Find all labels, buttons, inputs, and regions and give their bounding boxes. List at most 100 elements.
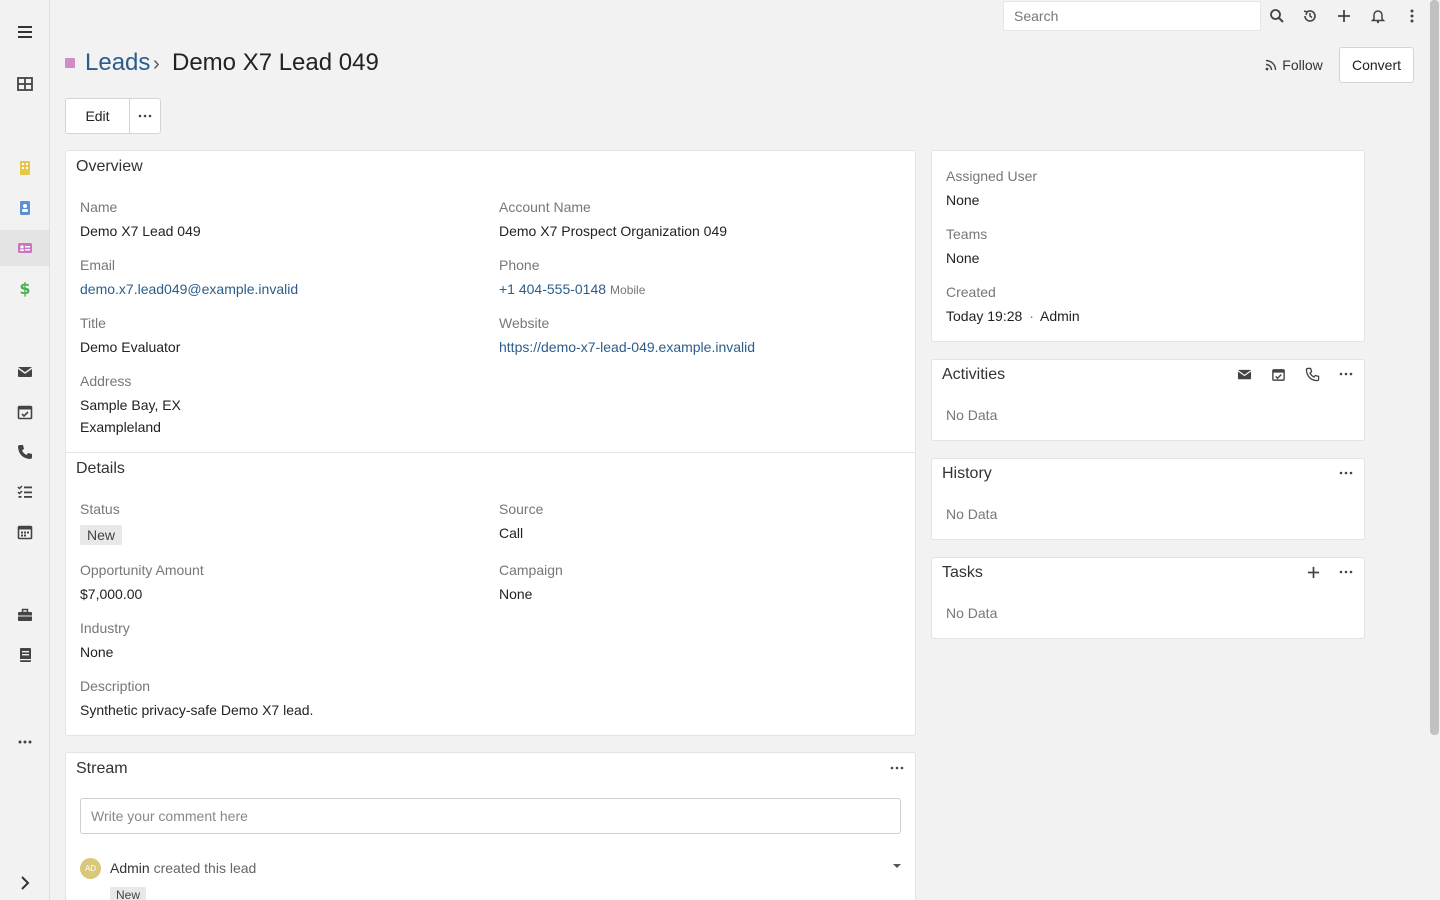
- notifications-bell-icon[interactable]: [1366, 4, 1390, 28]
- knowledge-book-icon[interactable]: [0, 637, 49, 673]
- teams-label: Teams: [946, 226, 988, 242]
- email-icon[interactable]: [0, 354, 49, 390]
- convert-button[interactable]: Convert: [1339, 47, 1414, 83]
- description-value: Synthetic privacy-safe Demo X7 lead.: [80, 702, 314, 718]
- calls-phone-icon[interactable]: [0, 434, 49, 470]
- name-value: Demo X7 Lead 049: [80, 223, 201, 239]
- tasks-panel: [931, 557, 1365, 639]
- breadcrumb-separator: ›: [153, 53, 160, 75]
- follow-label: Follow: [1282, 57, 1323, 73]
- opportunity-amount-label: Opportunity Amount: [80, 562, 204, 578]
- edit-button-group: Edit: [65, 98, 161, 134]
- source-label: Source: [499, 501, 544, 517]
- account-name-value: Demo X7 Prospect Organization 049: [499, 223, 728, 239]
- leads-scope-square-icon: [65, 58, 75, 68]
- history-panel: [931, 458, 1365, 540]
- phone-label: Phone: [499, 257, 540, 273]
- industry-label: Industry: [80, 620, 130, 636]
- status-label: Status: [80, 501, 120, 517]
- quick-create-plus-icon[interactable]: [1332, 4, 1356, 28]
- stream-entry-action: created this lead: [153, 860, 257, 876]
- email-link[interactable]: demo.x7.lead049@example.invalid: [80, 281, 298, 297]
- sidebar: $: [0, 0, 50, 900]
- assigned-user-label: Assigned User: [946, 168, 1038, 184]
- activities-menu-ellipsis-icon[interactable]: [1335, 363, 1357, 385]
- leads-icon[interactable]: [0, 230, 49, 266]
- history-empty-text: No Data: [946, 506, 998, 522]
- created-separator: ·: [1029, 308, 1034, 324]
- email-label: Email: [80, 257, 116, 273]
- stream-entry-status-badge: New: [110, 887, 147, 900]
- stream-comment-input[interactable]: [80, 798, 901, 834]
- search-icon[interactable]: [1265, 4, 1289, 28]
- log-call-phone-icon[interactable]: [1301, 363, 1323, 385]
- campaign-label: Campaign: [499, 562, 563, 578]
- stream-entry-text: Admin created this lead: [110, 860, 256, 876]
- svg-text:$: $: [19, 279, 30, 297]
- phone-field: +1 404-555-0148 Mobile: [499, 281, 645, 297]
- section-divider: [66, 452, 915, 453]
- address-label: Address: [80, 373, 132, 389]
- cases-briefcase-icon[interactable]: [0, 597, 49, 633]
- created-label: Created: [946, 284, 996, 300]
- created-field: Today 19:28 · Admin: [946, 308, 1080, 324]
- account-name-label: Account Name: [499, 199, 591, 215]
- history-menu-ellipsis-icon[interactable]: [1335, 462, 1357, 484]
- stream-menu-ellipsis-icon[interactable]: [886, 757, 908, 779]
- stream-title: Stream: [76, 760, 128, 777]
- menu-toggle-icon[interactable]: [0, 14, 49, 50]
- address-line1: Sample Bay, EX: [80, 397, 181, 413]
- breadcrumb-leads-link[interactable]: Leads: [85, 49, 150, 77]
- compose-email-icon[interactable]: [1233, 363, 1255, 385]
- address-line2: Exampleland: [80, 419, 161, 435]
- meetings-calendar-icon[interactable]: [0, 394, 49, 430]
- history-icon[interactable]: [1298, 4, 1322, 28]
- website-link[interactable]: https://demo-x7-lead-049.example.invalid: [499, 339, 755, 355]
- edit-button[interactable]: Edit: [66, 99, 130, 133]
- stream-entry-user-link[interactable]: Admin: [110, 860, 150, 876]
- avatar: AD: [80, 858, 101, 879]
- name-label: Name: [80, 199, 118, 215]
- schedule-meeting-icon[interactable]: [1267, 363, 1289, 385]
- rss-icon: [1265, 59, 1277, 71]
- add-task-plus-icon[interactable]: [1302, 561, 1324, 583]
- expand-sidebar-chevron-icon[interactable]: [0, 865, 49, 900]
- assigned-user-value: None: [946, 192, 980, 208]
- page-scrollbar-thumb[interactable]: [1430, 0, 1439, 735]
- campaign-value: None: [499, 586, 533, 602]
- calendar-grid-icon[interactable]: [0, 514, 49, 550]
- dashboard-icon[interactable]: [0, 66, 49, 102]
- stream-entry-caret-down-icon[interactable]: [886, 855, 908, 877]
- tasks-title: Tasks: [942, 564, 983, 581]
- created-by-user: Admin: [1039, 308, 1080, 324]
- more-actions-ellipsis-icon[interactable]: [130, 99, 160, 133]
- accounts-building-icon[interactable]: [0, 150, 49, 186]
- menu-kebab-icon[interactable]: [1400, 4, 1424, 28]
- more-tabs-ellipsis-icon[interactable]: [0, 724, 49, 760]
- title-value: Demo Evaluator: [80, 339, 181, 355]
- website-label: Website: [499, 315, 550, 331]
- teams-value: None: [946, 250, 980, 266]
- created-datetime: Today 19:28: [946, 308, 1023, 324]
- overview-title: Overview: [76, 158, 143, 175]
- description-label: Description: [80, 678, 151, 694]
- follow-button[interactable]: Follow: [1256, 48, 1332, 82]
- tasks-menu-ellipsis-icon[interactable]: [1335, 561, 1357, 583]
- opportunities-dollar-icon[interactable]: $: [0, 270, 49, 306]
- tasks-list-icon[interactable]: [0, 474, 49, 510]
- contacts-icon[interactable]: [0, 190, 49, 226]
- global-search-input[interactable]: [1003, 1, 1261, 31]
- page-title: Demo X7 Lead 049: [172, 49, 379, 76]
- opportunity-amount-value: $7,000.00: [80, 586, 143, 602]
- activities-title: Activities: [942, 366, 1006, 383]
- source-value: Call: [499, 525, 524, 541]
- title-label: Title: [80, 315, 106, 331]
- industry-value: None: [80, 644, 114, 660]
- phone-link[interactable]: +1 404-555-0148: [499, 281, 606, 297]
- phone-type: Mobile: [610, 283, 646, 297]
- status-badge: New: [80, 525, 123, 545]
- details-title: Details: [76, 460, 125, 477]
- activities-empty-text: No Data: [946, 407, 998, 423]
- tasks-empty-text: No Data: [946, 605, 998, 621]
- history-title: History: [942, 465, 992, 482]
